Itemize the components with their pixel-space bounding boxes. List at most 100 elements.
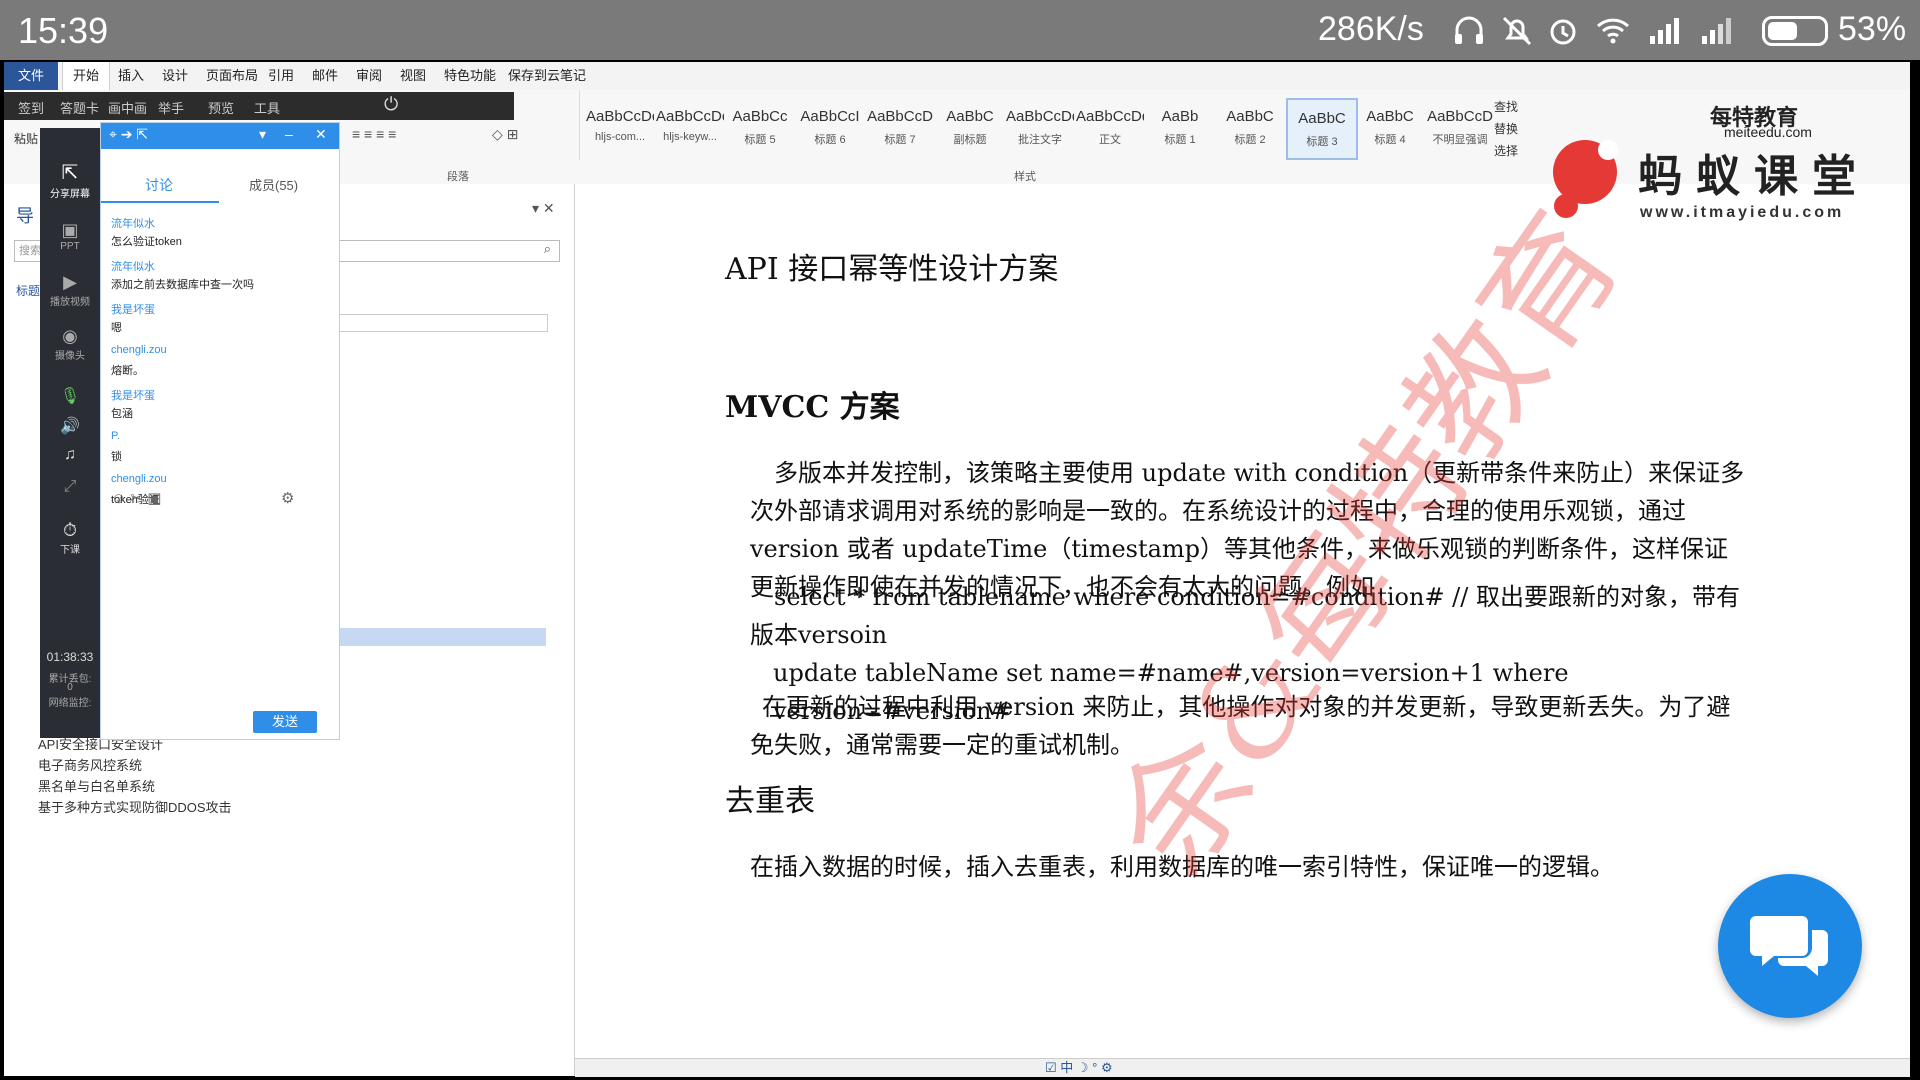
ime-toolbar-icons[interactable]: ☑ 中 ☽ ° ⚙ (1045, 1057, 1113, 1076)
speaker-icon[interactable]: 🔊 (40, 416, 100, 436)
style-sample: AaBb (1161, 108, 1199, 125)
status-bar: 15:39 286K/s 53% (0, 0, 1920, 60)
close-chat-icon[interactable]: ✕ (315, 126, 327, 143)
style-item[interactable]: AaBbC 标题 4 (1356, 98, 1424, 156)
meeting-toolbar: 签到 答题卡 画中画 举手 预览 工具 ⏻ (4, 92, 514, 120)
tab-discuss[interactable]: 讨论 (145, 175, 173, 195)
chat-message-text: 嗯 (111, 322, 122, 334)
style-sample: AaBbC (946, 108, 994, 125)
tab-members[interactable]: 成员(55) (249, 175, 298, 194)
pin-icon[interactable]: ⌖ ➔ ⇱ (109, 126, 148, 143)
nav-tab-headings[interactable]: 标题 (16, 282, 40, 299)
group-paragraph: 段落 (447, 171, 469, 183)
chat-message-text: 锁 (111, 451, 122, 463)
style-item[interactable]: AaBbC 标题 3 (1286, 98, 1358, 160)
chat-sender: 我是坏蛋 (111, 304, 155, 316)
minimize-icon[interactable]: ‒ (285, 126, 293, 142)
floating-chat-button[interactable] (1718, 874, 1862, 1018)
end-class-icon: ⏱ (62, 520, 78, 540)
network-speed: 286K/s (1318, 10, 1424, 48)
ppt-icon: ▣ (61, 220, 79, 240)
camera-label: 摄像头 (55, 351, 85, 362)
packet-loss-value: 0 (67, 682, 73, 693)
chat-sender: 流年似水 (111, 218, 155, 230)
tab-references[interactable]: 引用 (258, 62, 304, 90)
chat-sender: P. (111, 430, 120, 442)
meeting-sidebar: ⇱ 分享屏幕 ▣ PPT ▶ 播放视频 ◉ 摄像头 🎙 🔊 ♫ ⤢ ⏱ 下课 0… (40, 128, 100, 738)
style-item[interactable]: AaBbC 标题 2 (1216, 98, 1284, 156)
chevron-down-icon[interactable]: ▾ (259, 126, 266, 143)
tab-review[interactable]: 审阅 (346, 62, 392, 90)
camera-button[interactable]: ◉ 摄像头 (40, 326, 100, 362)
settings-icon[interactable]: ⚙ (281, 489, 294, 507)
style-sample: AaBbCcDd (1006, 108, 1074, 125)
heading-dedup-table: 去重表 (725, 784, 815, 819)
end-class-button[interactable]: ⏱ 下课 (40, 520, 100, 556)
play-video-button[interactable]: ▶ 播放视频 (40, 272, 100, 308)
tab-home[interactable]: 开始 (62, 62, 111, 90)
power-icon[interactable]: ⏻ (384, 94, 398, 115)
wifi-icon (1596, 18, 1630, 44)
style-item[interactable]: AaBbCcDd 批注文字 (1006, 98, 1074, 156)
replace-button[interactable]: 替换 (1494, 120, 1518, 137)
tab-view[interactable]: 视图 (390, 62, 436, 90)
horizontal-scrollbar[interactable]: ☑ 中 ☽ ° ⚙ (575, 1058, 1910, 1077)
toolbar-raise-hand[interactable]: 举手 (158, 98, 184, 117)
music-icon[interactable]: ♫ (40, 446, 100, 464)
nav-item[interactable]: 黑名单与白名单系统 (38, 776, 155, 795)
find-button[interactable]: 查找 (1494, 98, 1518, 115)
chat-sender: 我是坏蛋 (111, 390, 155, 402)
nav-item[interactable]: 电子商务风控系统 (38, 755, 142, 774)
heading-mvcc: MVCC 方案 (725, 390, 900, 425)
paste-button[interactable]: 粘贴 (14, 130, 38, 147)
network-monitor-label: 网络监控: (48, 698, 92, 709)
tab-file[interactable]: 文件 (4, 62, 59, 90)
chat-header: ⌖ ➔ ⇱ ▾ ‒ ✕ (101, 123, 339, 149)
nav-item[interactable]: 基于多种方式实现防御DDOS攻击 (38, 797, 232, 816)
toolbar-tools[interactable]: 工具 (254, 98, 280, 117)
style-label: 标题 7 (884, 134, 916, 146)
emoji-icon[interactable]: ☺ ✂ ▣ (111, 489, 161, 507)
shading-icon[interactable]: ◇ ⊞ (492, 126, 518, 143)
close-icon[interactable]: ▾ ✕ (532, 200, 555, 217)
style-item[interactable]: AaBbCcD 不明显强调 (1426, 98, 1494, 156)
style-item[interactable]: AaBbCcDd 正文 (1076, 98, 1144, 156)
share-screen-button[interactable]: ⇱ 分享屏幕 (40, 160, 100, 200)
style-item[interactable]: AaBbCcD 标题 7 (866, 98, 934, 156)
tab-save-cloud[interactable]: 保存到云笔记 (498, 62, 596, 90)
send-button[interactable]: 发送 (253, 711, 317, 733)
style-item[interactable]: AaBbC 副标题 (936, 98, 1004, 156)
brand-main-text: 蚂蚁课堂 (1638, 152, 1870, 201)
battery-percent: 53% (1838, 10, 1907, 48)
ppt-button[interactable]: ▣ PPT (40, 220, 100, 252)
nav-selected-heading[interactable] (338, 628, 546, 646)
align-icons[interactable]: ≡ ≡ ≡ ≡ (352, 126, 396, 142)
search-icon[interactable]: ⌕ (544, 241, 551, 257)
nav-title: 导 (16, 206, 34, 226)
style-sample: AaBbCcD (1427, 108, 1493, 125)
document-page[interactable]: API 接口幂等性设计方案 MVCC 方案 多版本并发控制，该策略主要使用 up… (575, 184, 1910, 1060)
tab-insert[interactable]: 插入 (108, 62, 154, 90)
toolbar-pip[interactable]: 画中画 (108, 98, 147, 117)
toolbar-preview[interactable]: 预览 (208, 98, 234, 117)
style-item[interactable]: AaBbCcDc hljs-com... (586, 98, 654, 156)
style-label: 标题 2 (1234, 134, 1266, 146)
fullscreen-icon[interactable]: ⤢ (40, 478, 100, 496)
send-label: 发送 (271, 714, 298, 729)
tab-features[interactable]: 特色功能 (434, 62, 506, 90)
toolbar-checkin[interactable]: 签到 (18, 98, 44, 117)
tab-mailings[interactable]: 邮件 (302, 62, 348, 90)
class-timer: 01:38:33 (46, 650, 94, 664)
chat-panel: ⌖ ➔ ⇱ ▾ ‒ ✕ 讨论 成员(55) 流年似水 怎么验证token 流年似水添… (100, 122, 340, 740)
toolbar-answer-card[interactable]: 答题卡 (60, 98, 99, 117)
chat-sender: chengli.zou (111, 344, 167, 356)
style-label: 批注文字 (1018, 134, 1062, 146)
mic-icon[interactable]: 🎙 (40, 386, 100, 406)
style-item[interactable]: AaBb 标题 1 (1146, 98, 1214, 156)
style-item[interactable]: AaBbCcDc hljs-keyw... (656, 98, 724, 156)
style-item[interactable]: AaBbCcI 标题 6 (796, 98, 864, 156)
style-item[interactable]: AaBbCc 标题 5 (726, 98, 794, 156)
brand-url: www.itmayiedu.com (1640, 204, 1845, 221)
tab-design[interactable]: 设计 (152, 62, 198, 90)
select-button[interactable]: 选择 (1494, 142, 1518, 159)
